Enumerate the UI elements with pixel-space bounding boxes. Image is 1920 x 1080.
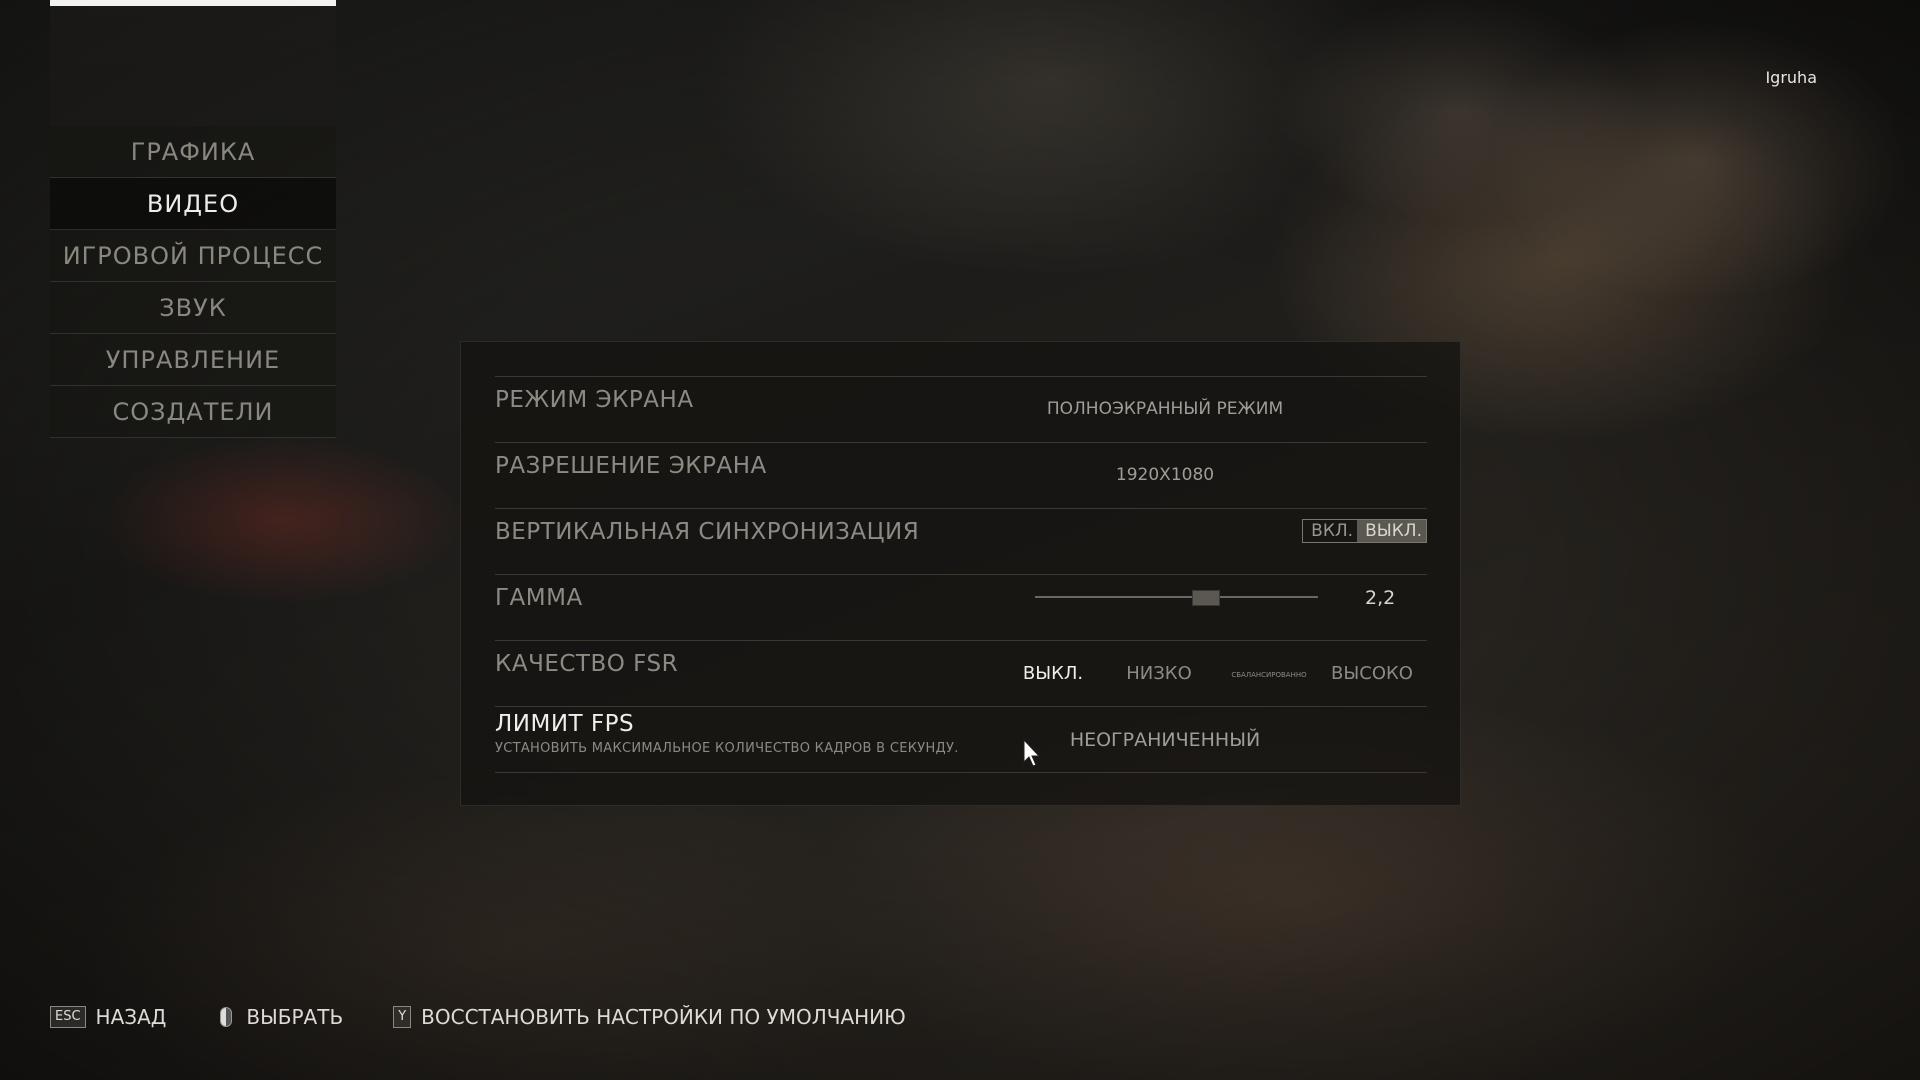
vsync-on-option[interactable]: ВКЛ. — [1303, 520, 1357, 542]
sidebar-item-graphics[interactable]: ГРАФИКА — [50, 126, 336, 178]
fsr-option-low[interactable]: НИЗКО — [1126, 663, 1192, 684]
back-hint[interactable]: ESC НАЗАД — [50, 1005, 166, 1029]
fsr-row[interactable]: КАЧЕСТВО FSR ВЫКЛ. НИЗКО СБАЛАНСИРОВАННО… — [495, 640, 1427, 706]
gamma-slider[interactable] — [1035, 590, 1318, 606]
fps-limit-row[interactable]: ЛИМИТ FPS УСТАНОВИТЬ МАКСИМАЛЬНОЕ КОЛИЧЕ… — [495, 706, 1427, 773]
fps-limit-description: УСТАНОВИТЬ МАКСИМАЛЬНОЕ КОЛИЧЕСТВО КАДРО… — [495, 741, 959, 756]
screen-mode-value[interactable]: ПОЛНОЭКРАННЫЙ РЕЖИМ — [1015, 399, 1315, 419]
sidebar-item-video[interactable]: ВИДЕО — [50, 178, 336, 230]
resolution-row[interactable]: РАЗРЕШЕНИЕ ЭКРАНА 1920X1080 — [495, 442, 1427, 508]
bottom-hints: ESC НАЗАД ВЫБРАТЬ Y ВОССТАНОВИТЬ НАСТРОЙ… — [50, 1005, 956, 1029]
mouse-cursor-icon — [1023, 738, 1041, 767]
vsync-row[interactable]: ВЕРТИКАЛЬНАЯ СИНХРОНИЗАЦИЯ ВКЛ. ВЫКЛ. — [495, 508, 1427, 574]
video-settings-panel: РЕЖИМ ЭКРАНА ПОЛНОЭКРАННЫЙ РЕЖИМ РАЗРЕШЕ… — [460, 341, 1461, 806]
select-label: ВЫБРАТЬ — [246, 1005, 344, 1029]
gamma-label: ГАММА — [495, 585, 583, 611]
fps-limit-label: ЛИМИТ FPS — [495, 711, 635, 737]
reset-label: ВОССТАНОВИТЬ НАСТРОЙКИ ПО УМОЛЧАНИЮ — [421, 1005, 906, 1029]
mouse-icon — [220, 1007, 233, 1027]
reset-hint[interactable]: Y ВОССТАНОВИТЬ НАСТРОЙКИ ПО УМОЛЧАНИЮ — [393, 1005, 906, 1029]
resolution-label: РАЗРЕШЕНИЕ ЭКРАНА — [495, 453, 767, 479]
sidebar-item-controls[interactable]: УПРАВЛЕНИЕ — [50, 334, 336, 386]
fsr-option-balanced[interactable]: СБАЛАНСИРОВАННО — [1231, 671, 1306, 679]
esc-key-icon: ESC — [50, 1006, 86, 1028]
gamma-value: 2,2 — [1365, 587, 1396, 609]
settings-sidebar: ГРАФИКА ВИДЕО ИГРОВОЙ ПРОЦЕСС ЗВУК УПРАВ… — [50, 0, 336, 438]
y-key-icon: Y — [393, 1006, 412, 1028]
screen-mode-label: РЕЖИМ ЭКРАНА — [495, 387, 694, 413]
fsr-option-high[interactable]: ВЫСОКО — [1331, 663, 1413, 684]
gamma-slider-thumb[interactable] — [1191, 590, 1220, 606]
resolution-value[interactable]: 1920X1080 — [1015, 465, 1315, 485]
fps-limit-value[interactable]: НЕОГРАНИЧЕННЫЙ — [1015, 729, 1315, 751]
fsr-option-off[interactable]: ВЫКЛ. — [1023, 663, 1083, 684]
sidebar-item-gameplay[interactable]: ИГРОВОЙ ПРОЦЕСС — [50, 230, 336, 282]
select-hint[interactable]: ВЫБРАТЬ — [216, 1005, 343, 1029]
vsync-off-option[interactable]: ВЫКЛ. — [1357, 520, 1426, 542]
gamma-row[interactable]: ГАММА 2,2 — [495, 574, 1427, 640]
user-name: Igruha — [1765, 68, 1817, 87]
vsync-label: ВЕРТИКАЛЬНАЯ СИНХРОНИЗАЦИЯ — [495, 519, 920, 545]
back-label: НАЗАД — [95, 1005, 167, 1029]
sidebar-item-credits[interactable]: СОЗДАТЕЛИ — [50, 386, 336, 438]
vsync-toggle[interactable]: ВКЛ. ВЫКЛ. — [1302, 519, 1427, 543]
screen-mode-row[interactable]: РЕЖИМ ЭКРАНА ПОЛНОЭКРАННЫЙ РЕЖИМ — [495, 376, 1427, 442]
sidebar-item-sound[interactable]: ЗВУК — [50, 282, 336, 334]
fsr-options: ВЫКЛ. НИЗКО СБАЛАНСИРОВАННО ВЫСОКО — [495, 663, 1427, 687]
sidebar-header — [50, 6, 336, 126]
